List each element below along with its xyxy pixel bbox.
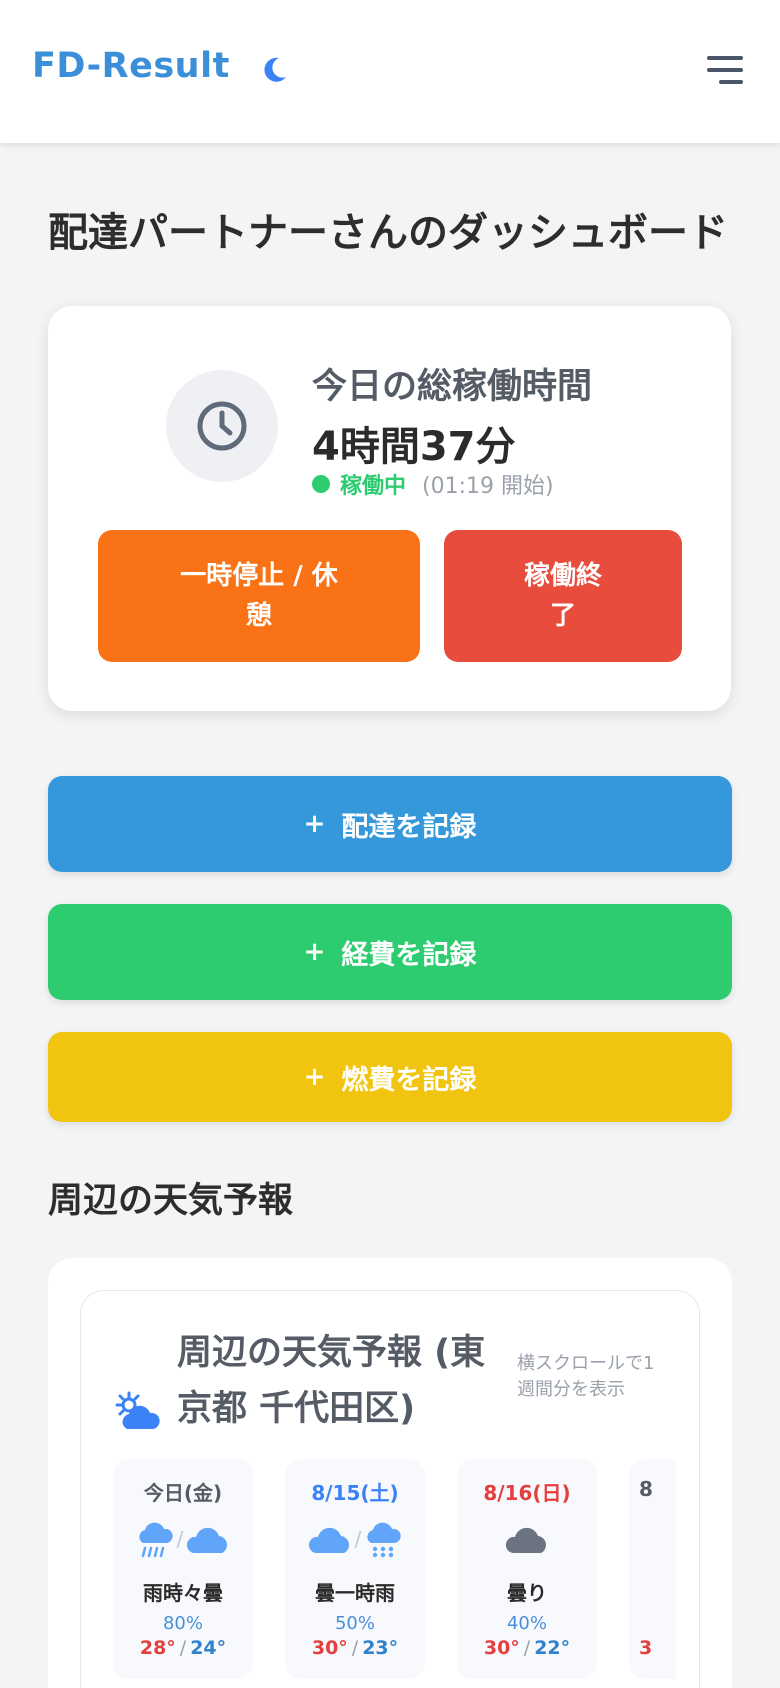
work-time-label: 今日の総稼働時間 bbox=[312, 367, 593, 407]
record-fuel-label: 燃費を記録 bbox=[341, 1064, 477, 1096]
weather-card-title: 周辺の天気予報 (東京都 千代田区) bbox=[177, 1333, 486, 1429]
pause-button[interactable]: 一時停止 / 休憩 bbox=[98, 530, 420, 662]
day-condition: 雨時々曇 bbox=[143, 1581, 223, 1605]
temp-high: 30° bbox=[311, 1637, 348, 1659]
status-indicator bbox=[312, 475, 330, 493]
day-label: 8 bbox=[639, 1477, 653, 1501]
day-temp: 3 bbox=[629, 1637, 676, 1659]
temp-low: 23° bbox=[362, 1637, 399, 1659]
day-label: 今日(金) bbox=[143, 1481, 223, 1505]
app-header: FD-Result bbox=[0, 0, 780, 143]
day-condition: 曇り bbox=[507, 1581, 547, 1605]
hamburger-menu-icon[interactable] bbox=[703, 52, 743, 88]
clock-icon bbox=[166, 370, 278, 482]
cloud-icon bbox=[187, 1527, 228, 1553]
plus-icon: + bbox=[303, 1062, 326, 1092]
forecast-scroller[interactable]: 今日(金) / 雨時々曇 80% 28° / 24° 8/15(土) / 曇一時… bbox=[113, 1459, 676, 1679]
day-precip: 50% bbox=[334, 1613, 375, 1634]
record-fuel-button[interactable]: + 燃費を記録 bbox=[48, 1032, 732, 1122]
work-time-value: 4時間37分 bbox=[312, 424, 516, 470]
weather-section: 周辺の天気予報 (東京都 千代田区) 横スクロールで1週間分を表示 今日(金) … bbox=[48, 1258, 732, 1688]
scroll-hint: 横スクロールで1週間分を表示 bbox=[517, 1353, 655, 1400]
day-label: 8/15(土) bbox=[311, 1481, 399, 1505]
temp-low: 22° bbox=[534, 1637, 571, 1659]
day-label: 8/16(日) bbox=[483, 1481, 571, 1505]
rain-icon bbox=[138, 1522, 173, 1558]
temp-high: 3 bbox=[639, 1637, 653, 1659]
weather-icons bbox=[457, 1517, 597, 1561]
cloud-dark-icon bbox=[505, 1527, 546, 1553]
day-temp: 30°/22° bbox=[483, 1637, 571, 1659]
weather-icons: / bbox=[113, 1517, 253, 1561]
app-logo[interactable]: FD-Result bbox=[32, 46, 230, 86]
work-status-row: 稼働中 (01:19 開始) bbox=[312, 468, 554, 500]
record-delivery-button[interactable]: + 配達を記録 bbox=[48, 776, 732, 872]
status-badge: 稼働中 bbox=[340, 474, 407, 499]
temp-low: 24° bbox=[190, 1637, 227, 1659]
day-precip: 40% bbox=[506, 1613, 547, 1634]
record-delivery-label: 配達を記録 bbox=[341, 811, 477, 843]
day-temp: 30°/23° bbox=[311, 1637, 399, 1659]
end-work-button[interactable]: 稼働終了 bbox=[444, 530, 682, 662]
partly-cloudy-icon bbox=[115, 1391, 160, 1429]
forecast-day: 8/16(日) 曇り 40% 30°/22° bbox=[457, 1459, 597, 1679]
weather-section-title: 周辺の天気予報 bbox=[48, 1181, 294, 1221]
forecast-day: 今日(金) / 雨時々曇 80% 28° / 24° bbox=[113, 1459, 253, 1679]
page-title: 配達パートナーさんのダッシュボード bbox=[48, 210, 728, 256]
forecast-day: 8 3 bbox=[629, 1459, 676, 1679]
temp-high: 30° bbox=[483, 1637, 520, 1659]
record-expense-label: 経費を記録 bbox=[341, 939, 477, 971]
plus-icon: + bbox=[303, 937, 326, 967]
temp-high: 28° bbox=[139, 1637, 176, 1659]
day-precip: 80% bbox=[162, 1613, 203, 1634]
weather-icons: / bbox=[285, 1517, 425, 1561]
weather-card: 周辺の天気予報 (東京都 千代田区) 横スクロールで1週間分を表示 今日(金) … bbox=[80, 1290, 700, 1688]
day-temp: 28°/24° bbox=[139, 1637, 227, 1659]
forecast-day: 8/15(土) / 曇一時雨 50% 30° / 23° bbox=[285, 1459, 425, 1679]
moon-icon[interactable] bbox=[262, 56, 288, 84]
cloud-icon bbox=[308, 1527, 349, 1553]
plus-icon: + bbox=[303, 809, 326, 839]
rain-icon bbox=[367, 1522, 402, 1558]
record-expense-button[interactable]: + 経費を記録 bbox=[48, 904, 732, 1000]
start-time-note: (01:19 開始) bbox=[422, 474, 554, 499]
work-status-card: 今日の総稼働時間 4時間37分 稼働中 (01:19 開始) 一時停止 / 休憩… bbox=[48, 306, 731, 711]
day-condition: 曇一時雨 bbox=[315, 1581, 395, 1605]
